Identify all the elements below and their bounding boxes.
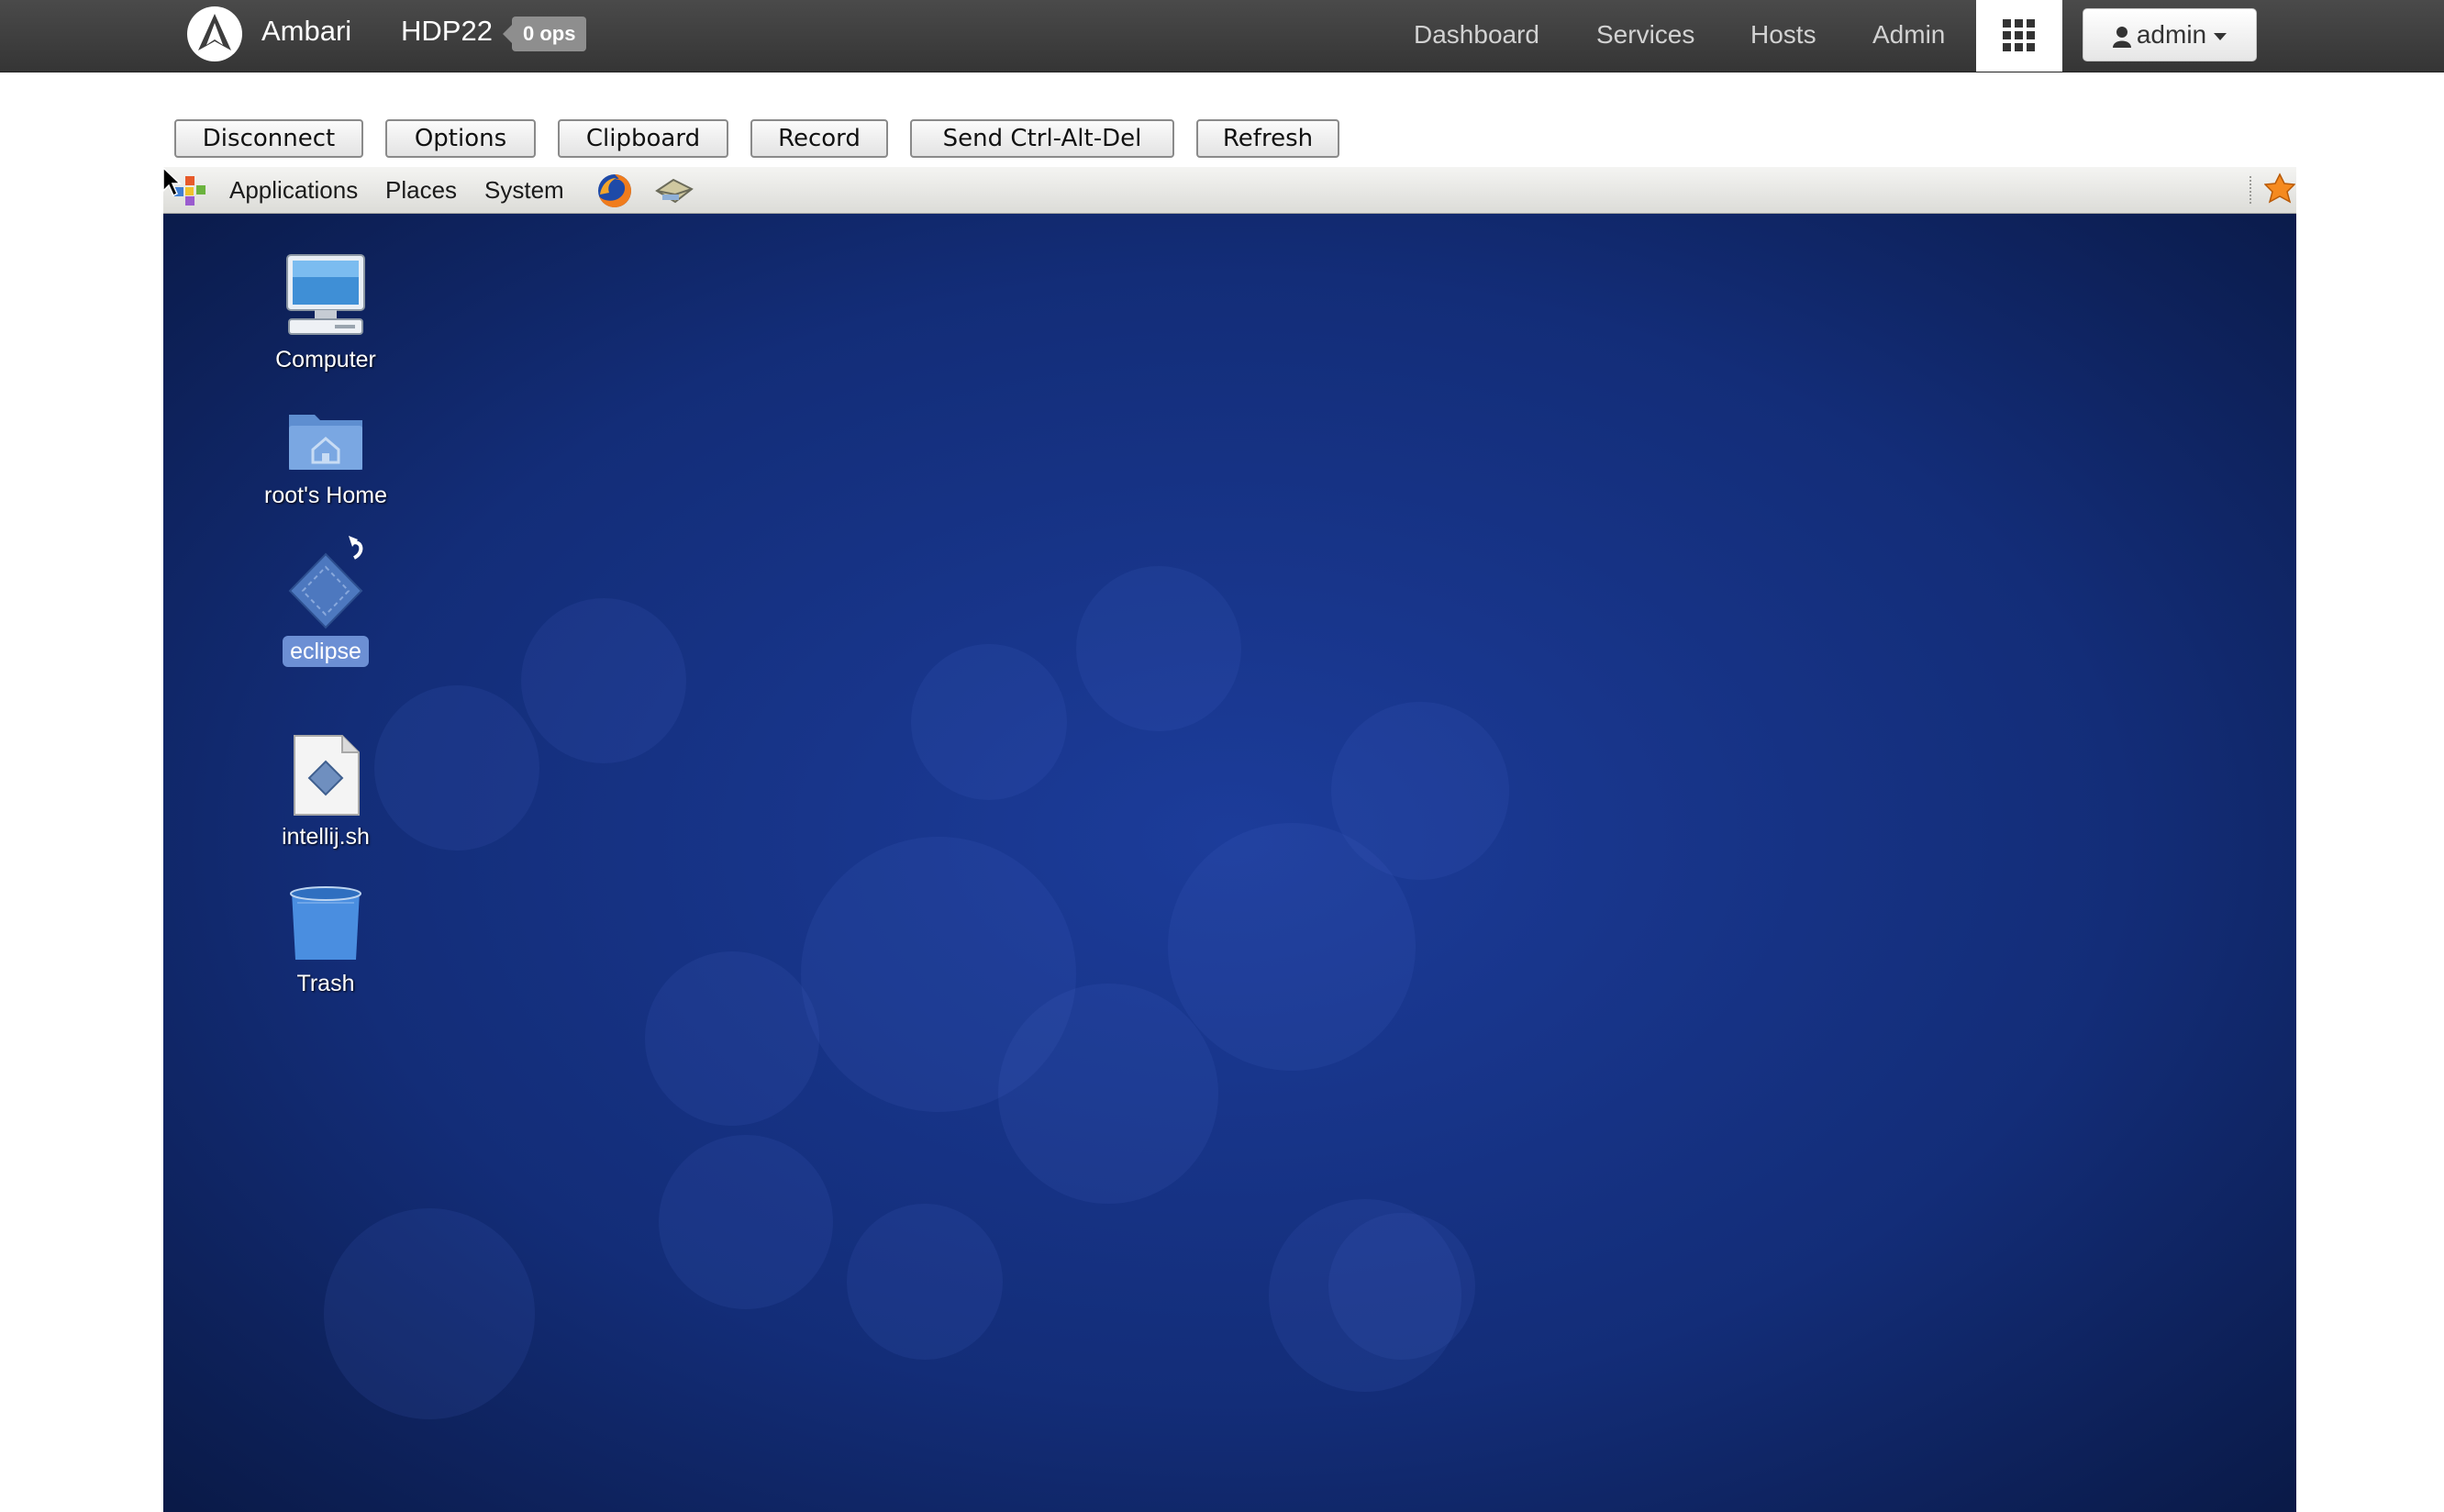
desktop-icon-intellij[interactable]: intellij.sh <box>243 734 408 852</box>
desktop-icon-home[interactable]: root's Home <box>243 406 408 511</box>
send-ctrl-alt-del-button[interactable]: Send Ctrl-Alt-Del <box>910 119 1174 158</box>
desktop-icon-eclipse[interactable]: eclipse <box>243 527 408 667</box>
record-button[interactable]: Record <box>750 119 888 158</box>
grid-icon <box>2003 19 2035 51</box>
user-menu-button[interactable]: admin <box>2083 8 2257 61</box>
trash-icon <box>290 886 361 960</box>
desktop-icon-label: root's Home <box>264 483 387 508</box>
cluster-name[interactable]: HDP22 <box>401 13 493 50</box>
user-menu-label: admin <box>2136 20 2207 49</box>
views-menu-button[interactable] <box>1976 0 2062 72</box>
ops-badge[interactable]: 0 ops <box>502 17 587 51</box>
desktop-icon-label: Trash <box>296 971 355 996</box>
mail-icon[interactable] <box>653 174 694 207</box>
update-notifier-icon[interactable] <box>2264 172 2295 209</box>
panel-menu-places[interactable]: Places <box>385 172 457 208</box>
clipboard-button[interactable]: Clipboard <box>558 119 728 158</box>
options-button[interactable]: Options <box>385 119 536 158</box>
nav-services[interactable]: Services <box>1596 17 1694 53</box>
desktop-icon-label: intellij.sh <box>282 824 370 850</box>
desktop-icon-trash[interactable]: Trash <box>243 884 408 999</box>
panel-menu-applications[interactable]: Applications <box>229 172 358 208</box>
desktop-wallpaper <box>163 167 2296 1512</box>
nav-dashboard[interactable]: Dashboard <box>1414 17 1539 53</box>
brand-name[interactable]: Ambari <box>261 13 351 50</box>
remote-desktop[interactable]: Applications Places System Computer root… <box>163 167 2296 1512</box>
nav-hosts[interactable]: Hosts <box>1750 17 1816 53</box>
gnome-top-panel: Applications Places System <box>163 167 2296 214</box>
desktop-icon-label: Computer <box>275 347 376 372</box>
chevron-down-icon <box>2214 32 2227 40</box>
nav-admin[interactable]: Admin <box>1872 17 1945 53</box>
disconnect-button[interactable]: Disconnect <box>174 119 363 158</box>
desktop-icon-label: eclipse <box>283 636 369 667</box>
user-icon <box>2112 26 2131 48</box>
script-file-icon <box>294 735 360 816</box>
refresh-button[interactable]: Refresh <box>1196 119 1339 158</box>
desktop-icon-computer[interactable]: Computer <box>243 251 408 375</box>
top-navbar: Ambari HDP22 0 ops Dashboard Services Ho… <box>0 0 2444 72</box>
ambari-logo-icon[interactable] <box>185 5 244 63</box>
computer-icon <box>286 254 365 335</box>
panel-separator <box>2250 176 2253 204</box>
firefox-icon[interactable] <box>596 172 633 209</box>
mouse-cursor-icon <box>162 167 182 197</box>
panel-menu-system[interactable]: System <box>484 172 564 208</box>
home-folder-icon <box>289 415 362 470</box>
eclipse-link-icon <box>288 536 363 629</box>
